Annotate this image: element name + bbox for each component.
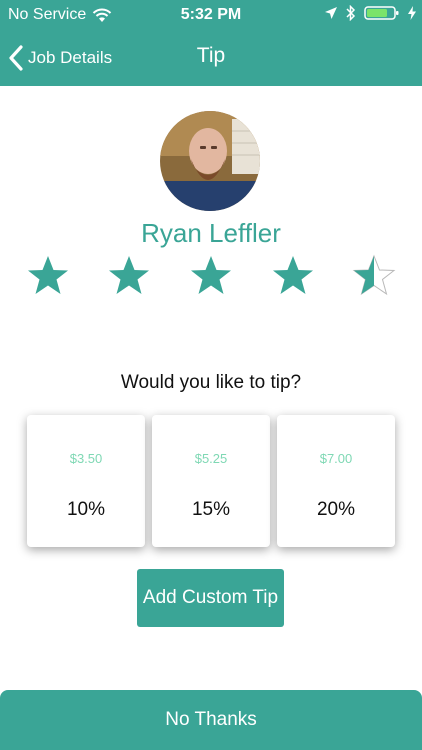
- tip-percent: 10%: [66, 499, 106, 520]
- page-title: Tip: [196, 44, 226, 67]
- provider-name: Ryan Leffler: [141, 218, 281, 248]
- star-icon[interactable]: [26, 254, 70, 298]
- tip-percent: 15%: [191, 499, 231, 520]
- star-icon[interactable]: [271, 254, 315, 298]
- navigation-bar: Job Details Tip: [0, 30, 422, 86]
- star-icon[interactable]: [107, 254, 151, 298]
- tip-amount: $3.50: [69, 451, 103, 466]
- tip-prompt: Would you like to tip?: [120, 372, 302, 393]
- tip-percent: 20%: [316, 499, 356, 520]
- location-arrow-icon: [325, 7, 337, 19]
- star-icon[interactable]: [189, 254, 233, 298]
- tip-option-20[interactable]: $7.00 20%: [277, 415, 395, 547]
- add-custom-tip-button[interactable]: Add Custom Tip: [137, 569, 284, 627]
- half-star-icon[interactable]: [352, 254, 396, 298]
- charging-bolt-icon: [408, 6, 416, 20]
- no-thanks-button[interactable]: No Thanks: [0, 690, 422, 750]
- status-bar: No Service 5:32 PM: [0, 0, 422, 30]
- star-rating[interactable]: [26, 254, 396, 304]
- tip-amount: $7.00: [319, 451, 353, 466]
- battery-icon: [364, 6, 399, 20]
- tip-option-15[interactable]: $5.25 15%: [152, 415, 270, 547]
- bluetooth-icon: [346, 5, 356, 21]
- avatar: [160, 111, 260, 211]
- tip-amount: $5.25: [194, 451, 228, 466]
- tip-option-10[interactable]: $3.50 10%: [27, 415, 145, 547]
